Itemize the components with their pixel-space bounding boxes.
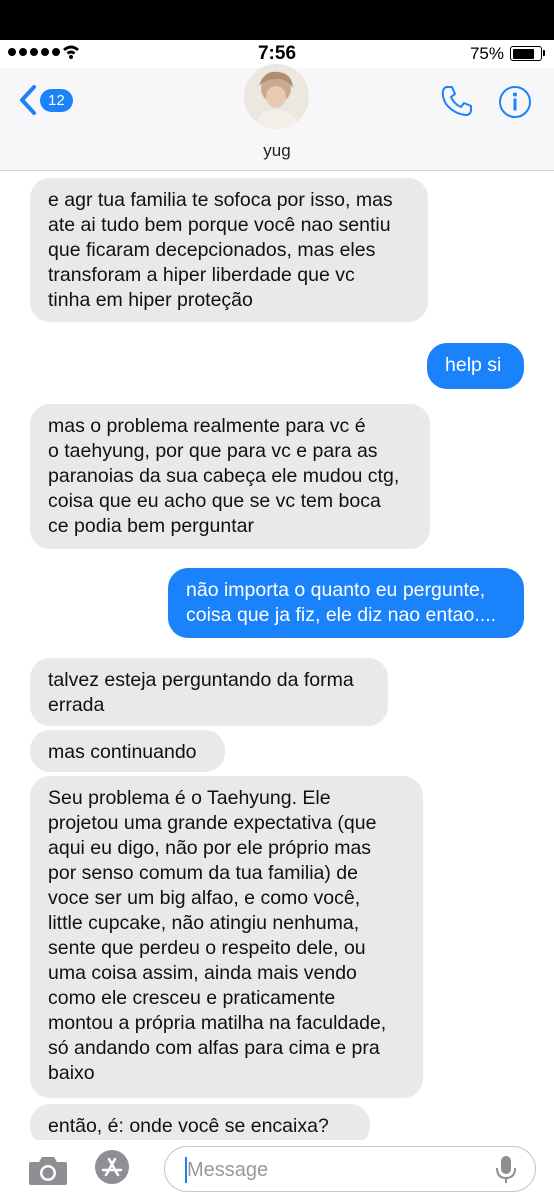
avatar-photo [244, 64, 309, 129]
incoming-message-bubble[interactable]: talvez esteja perguntando da forma errad… [30, 658, 388, 726]
app-store-icon [101, 1157, 123, 1177]
contact-name[interactable]: yug [0, 141, 554, 161]
message-input[interactable] [185, 1157, 469, 1183]
top-black-bar [0, 0, 554, 40]
camera-icon[interactable] [28, 1154, 68, 1186]
outgoing-message-bubble[interactable]: não importa o quanto eu pergunte, coisa … [168, 568, 524, 638]
info-icon[interactable] [498, 85, 532, 119]
incoming-message-bubble[interactable]: Seu problema é o Taehyung. Ele projetou … [30, 776, 423, 1098]
message-field[interactable] [164, 1146, 536, 1192]
incoming-message-bubble[interactable]: e agr tua familia te sofoca por isso, ma… [30, 178, 428, 322]
back-chevron-icon [20, 85, 36, 115]
battery-percent: 75% [469, 44, 504, 63]
back-button[interactable]: 12 [18, 84, 73, 116]
app-store-button[interactable] [95, 1150, 129, 1184]
avatar[interactable] [244, 64, 309, 129]
incoming-message-bubble[interactable]: mas o problema realmente para vc é o tae… [30, 404, 430, 549]
phone-icon[interactable] [440, 84, 474, 118]
unread-count-badge: 12 [40, 88, 73, 112]
battery-icon [510, 46, 545, 61]
microphone-icon[interactable] [495, 1155, 517, 1185]
scrolled-text-fragment [28, 1188, 358, 1200]
incoming-message-bubble[interactable]: mas continuando [30, 730, 225, 772]
outgoing-message-bubble[interactable]: help si [427, 343, 524, 389]
